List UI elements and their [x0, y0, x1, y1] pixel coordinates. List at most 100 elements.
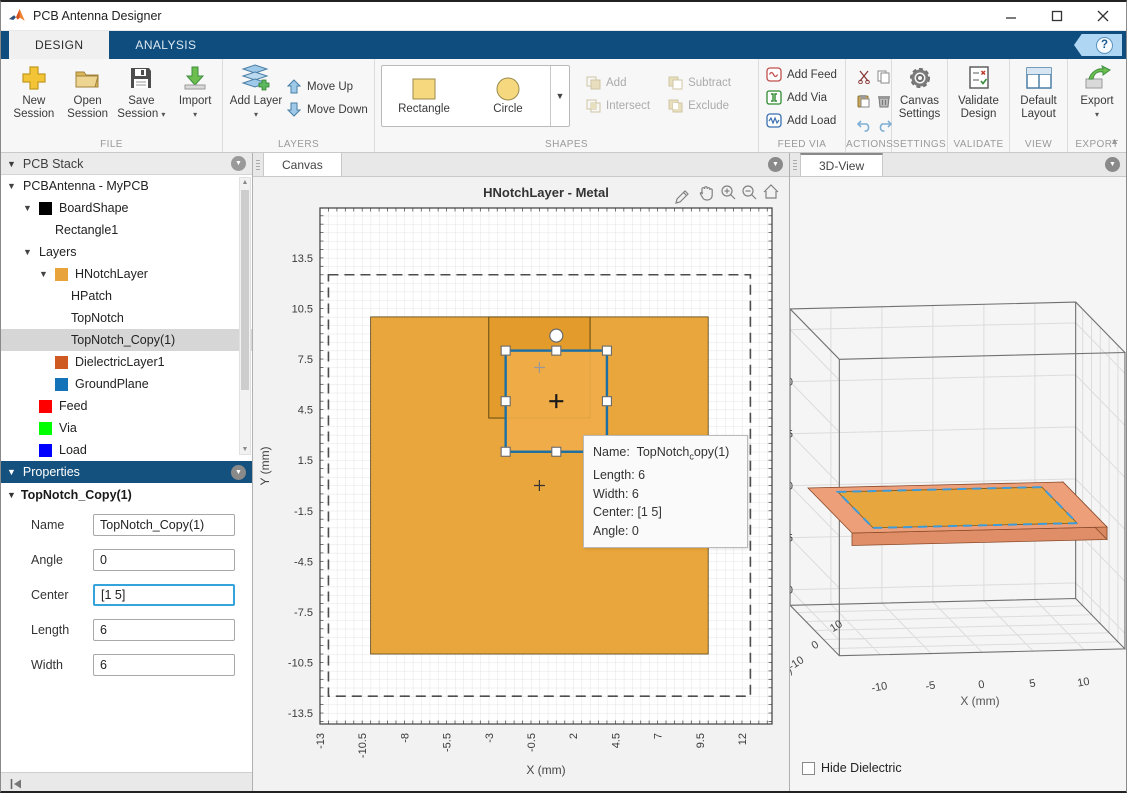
- delete-icon[interactable]: [874, 89, 894, 113]
- expander-icon[interactable]: ▼: [23, 247, 32, 257]
- redo-icon[interactable]: [874, 113, 894, 137]
- properties-section-collapse-icon[interactable]: ▼: [7, 490, 16, 500]
- minimize-button[interactable]: [988, 2, 1034, 30]
- hide-dielectric-checkbox[interactable]: [802, 761, 815, 775]
- tree-item-label: Layers: [39, 245, 77, 259]
- tree-item-pcbantenna-mypcb[interactable]: ▼ PCBAntenna - MyPCB: [1, 175, 252, 197]
- svg-text:9.5: 9.5: [695, 733, 707, 748]
- threed-panel-menu-icon[interactable]: ▼: [1105, 157, 1120, 172]
- svg-text:-10: -10: [790, 654, 806, 673]
- scroll-down-icon[interactable]: ▼: [240, 446, 250, 453]
- properties-section-header[interactable]: ▼ TopNotch_Copy(1): [1, 483, 252, 507]
- add-via-button[interactable]: Add Via: [765, 86, 827, 109]
- rectangle-shape-icon: [411, 77, 437, 101]
- help-button[interactable]: ?: [1074, 34, 1122, 56]
- canvas-plot-area[interactable]: 13.5 10.5 7.5 4.5 1.5 -1.5 -4.5 -7.5 -10.5 -13.5 -…: [253, 177, 789, 791]
- paste-icon[interactable]: [854, 89, 874, 113]
- center-input[interactable]: [93, 583, 235, 606]
- tree-item-layers[interactable]: ▼ Layers: [1, 241, 252, 263]
- move-up-button[interactable]: Move Up: [285, 75, 368, 98]
- add-load-button[interactable]: Add Load: [765, 109, 836, 132]
- tree-item-boardshape[interactable]: ▼ BoardShape: [1, 197, 252, 219]
- open-session-label: Open Session: [67, 95, 109, 120]
- property-row-center: Center: [1, 577, 252, 612]
- shapes-gallery-dropdown[interactable]: ▼: [550, 66, 569, 126]
- tree-item-topnotch-copy-1-[interactable]: TopNotch_Copy(1): [1, 329, 252, 351]
- expander-icon[interactable]: ▼: [23, 203, 32, 213]
- collapse-left-panel-icon[interactable]: [9, 778, 23, 790]
- metal-layer-face: [836, 486, 1079, 529]
- maximize-button[interactable]: [1034, 2, 1080, 30]
- validate-design-label: Validate Design: [958, 95, 999, 120]
- tree-item-dielectriclayer1[interactable]: DielectricLayer1: [1, 351, 252, 373]
- matlab-logo-icon: [9, 8, 26, 24]
- undo-icon[interactable]: [854, 113, 874, 137]
- pcb-stack-header[interactable]: ▼ PCB Stack ▼: [1, 153, 252, 175]
- angle-input[interactable]: [93, 548, 235, 571]
- ribbon-collapse-icon[interactable]: ▲: [1110, 136, 1119, 146]
- tree-item-topnotch[interactable]: TopNotch: [1, 307, 252, 329]
- move-up-icon: [285, 79, 303, 95]
- canvas-panel-grip[interactable]: [253, 153, 263, 176]
- move-down-button[interactable]: Move Down: [285, 98, 368, 121]
- tree-item-hpatch[interactable]: HPatch: [1, 285, 252, 307]
- scroll-up-icon[interactable]: ▲: [240, 179, 250, 186]
- add-layer-button[interactable]: Add Layer ▾: [228, 63, 284, 121]
- properties-header[interactable]: ▼ Properties ▼: [1, 461, 252, 483]
- default-layout-button[interactable]: Default Layout: [1011, 63, 1066, 121]
- threed-plot-area[interactable]: 1050-5-10100-10-10-50510X (mm)Y (mm) Hid…: [790, 177, 1126, 793]
- canvas-panel-menu-icon[interactable]: ▼: [768, 157, 783, 172]
- new-session-button[interactable]: New Session: [8, 63, 60, 121]
- add-layer-icon: [241, 63, 271, 93]
- expander-icon[interactable]: ▼: [39, 269, 48, 279]
- tab-design[interactable]: DESIGN: [9, 31, 110, 59]
- default-layout-label: Default Layout: [1020, 95, 1057, 120]
- properties-menu-icon[interactable]: ▼: [231, 464, 246, 480]
- plot-3d[interactable]: 1050-5-10100-10-10-50510X (mm)Y (mm): [790, 177, 1126, 793]
- svg-text:-3: -3: [484, 733, 496, 743]
- import-label: Import: [178, 95, 212, 107]
- name-input[interactable]: [93, 513, 235, 536]
- length-input[interactable]: [93, 618, 235, 641]
- tree-item-load[interactable]: Load: [1, 439, 252, 461]
- tab-3d-view[interactable]: 3D-View: [800, 153, 884, 176]
- ribbon-tab-strip: DESIGN ANALYSIS ?: [1, 31, 1126, 59]
- open-session-button[interactable]: Open Session: [62, 63, 114, 121]
- pcb-stack-collapse-icon[interactable]: ▼: [7, 159, 16, 169]
- tree-item-groundplane[interactable]: GroundPlane: [1, 373, 252, 395]
- import-button[interactable]: Import ▾: [169, 63, 221, 121]
- pcb-stack-menu-icon[interactable]: ▼: [231, 156, 246, 171]
- pcb-stack-title: PCB Stack: [22, 156, 84, 171]
- pan-hand-icon: [699, 186, 713, 201]
- add-boolean-button[interactable]: Add: [584, 71, 650, 94]
- svg-text:-5: -5: [925, 679, 937, 693]
- tree-item-feed[interactable]: Feed: [1, 395, 252, 417]
- validate-design-button[interactable]: Validate Design: [951, 63, 1007, 121]
- close-button[interactable]: [1080, 2, 1126, 30]
- save-session-icon: [129, 63, 153, 93]
- subtract-boolean-button[interactable]: Subtract: [666, 71, 731, 94]
- expander-icon[interactable]: ▼: [7, 181, 16, 191]
- tree-scrollbar-thumb[interactable]: [241, 190, 249, 390]
- cut-icon[interactable]: [854, 65, 874, 89]
- width-input[interactable]: [93, 653, 235, 676]
- circle-shape-button[interactable]: Circle: [466, 66, 550, 126]
- canvas-settings-button[interactable]: Canvas Settings: [893, 63, 946, 121]
- tab-canvas[interactable]: Canvas: [263, 153, 342, 176]
- properties-collapse-icon[interactable]: ▼: [7, 467, 16, 477]
- validate-design-icon: [967, 63, 991, 93]
- tree-item-hnotchlayer[interactable]: ▼ HNotchLayer: [1, 263, 252, 285]
- threed-panel-grip[interactable]: [790, 153, 800, 176]
- export-button[interactable]: Export ▾: [1069, 63, 1125, 121]
- tree-scrollbar[interactable]: ▲ ▼: [239, 177, 251, 455]
- exclude-boolean-button[interactable]: Exclude: [666, 94, 731, 117]
- tree-item-rectangle1[interactable]: Rectangle1: [1, 219, 252, 241]
- tab-analysis[interactable]: ANALYSIS: [109, 31, 222, 59]
- save-session-button[interactable]: Save Session ▾: [116, 63, 168, 121]
- tree-item-via[interactable]: Via: [1, 417, 252, 439]
- copy-icon[interactable]: [874, 65, 894, 89]
- intersect-boolean-button[interactable]: Intersect: [584, 94, 650, 117]
- add-via-icon: [765, 90, 783, 106]
- rectangle-shape-button[interactable]: Rectangle: [382, 66, 466, 126]
- add-feed-button[interactable]: Add Feed: [765, 63, 837, 86]
